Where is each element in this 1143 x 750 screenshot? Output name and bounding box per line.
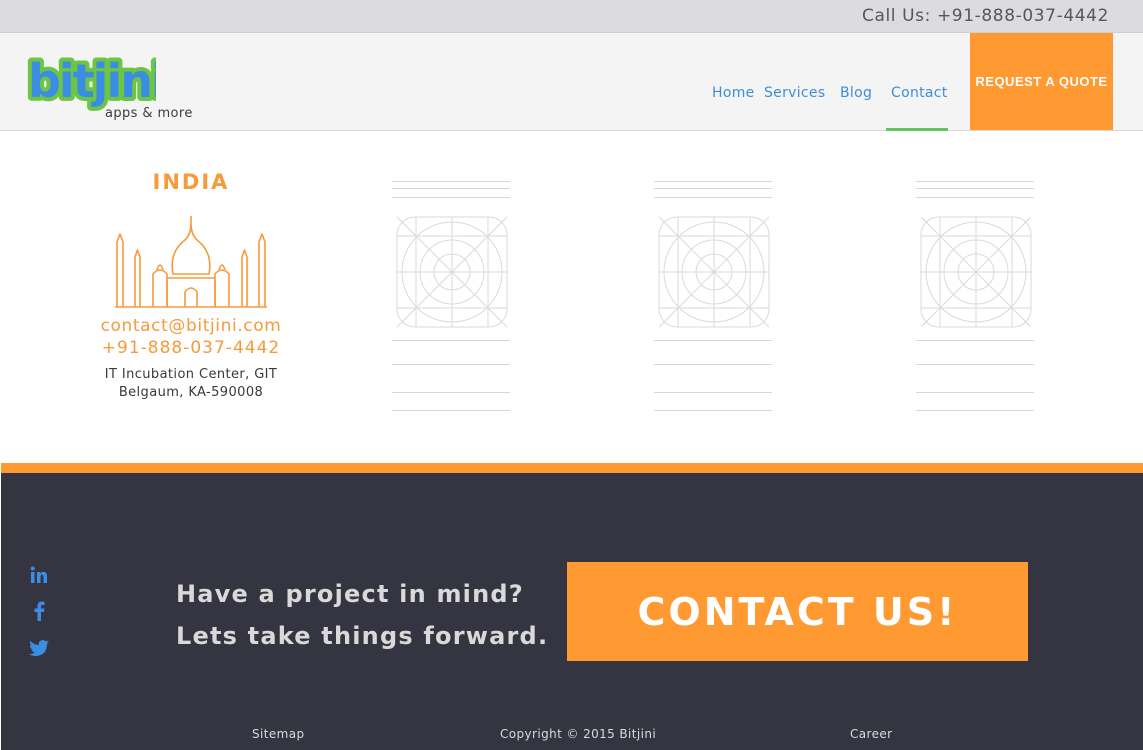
taj-mahal-icon bbox=[115, 216, 267, 308]
office-placeholder-2 bbox=[646, 180, 776, 420]
site-footer: Have a project in mind? Lets take things… bbox=[1, 473, 1143, 750]
cta-line-2: Lets take things forward. bbox=[176, 622, 549, 650]
logo-tagline: apps & more bbox=[105, 106, 193, 121]
request-quote-button[interactable]: REQUEST A QUOTE bbox=[970, 33, 1113, 130]
cta-line-1: Have a project in mind? bbox=[176, 580, 524, 608]
logo-wordmark: bitjini bbox=[26, 51, 156, 111]
office-placeholder-1 bbox=[384, 180, 514, 420]
address-line-1: IT Incubation Center, GIT bbox=[104, 367, 278, 382]
linkedin-icon[interactable] bbox=[28, 564, 50, 586]
office-country: INDIA bbox=[152, 170, 230, 194]
footer-career-link[interactable]: Career bbox=[850, 727, 893, 741]
contact-us-button[interactable]: CONTACT US! bbox=[567, 562, 1028, 661]
footer-accent-band bbox=[1, 463, 1143, 473]
office-phone[interactable]: +91-888-037-4442 bbox=[60, 338, 322, 358]
top-bar: Call Us: +91-888-037-4442 bbox=[0, 0, 1143, 33]
office-email-link[interactable]: contact@bitjini.com bbox=[60, 316, 322, 336]
footer-copyright: Copyright © 2015 Bitjini bbox=[500, 727, 657, 741]
call-us-text[interactable]: Call Us: +91-888-037-4442 bbox=[862, 6, 1109, 26]
nav-home[interactable]: Home bbox=[712, 85, 755, 101]
active-nav-indicator bbox=[886, 128, 948, 131]
placeholder-grid-icon bbox=[396, 216, 508, 328]
facebook-icon[interactable] bbox=[28, 600, 50, 622]
nav-services[interactable]: Services bbox=[764, 85, 825, 101]
office-address: IT Incubation Center, GIT Belgaum, KA-59… bbox=[60, 366, 322, 402]
twitter-icon[interactable] bbox=[28, 637, 50, 659]
address-line-2: Belgaum, KA-590008 bbox=[118, 385, 264, 400]
nav-contact[interactable]: Contact bbox=[891, 85, 948, 101]
placeholder-grid-icon bbox=[658, 216, 770, 328]
cta-message: Have a project in mind? Lets take things… bbox=[176, 573, 548, 657]
bitjini-logo[interactable]: bitjini apps & more bbox=[26, 51, 196, 126]
placeholder-grid-icon bbox=[920, 216, 1032, 328]
svg-text:bitjini: bitjini bbox=[28, 54, 156, 108]
nav-blog[interactable]: Blog bbox=[840, 85, 872, 101]
footer-sitemap-link[interactable]: Sitemap bbox=[252, 727, 305, 741]
office-placeholder-3 bbox=[908, 180, 1038, 420]
office-india: INDIA contact@bitjini.com +91-888-037-44… bbox=[60, 170, 322, 402]
